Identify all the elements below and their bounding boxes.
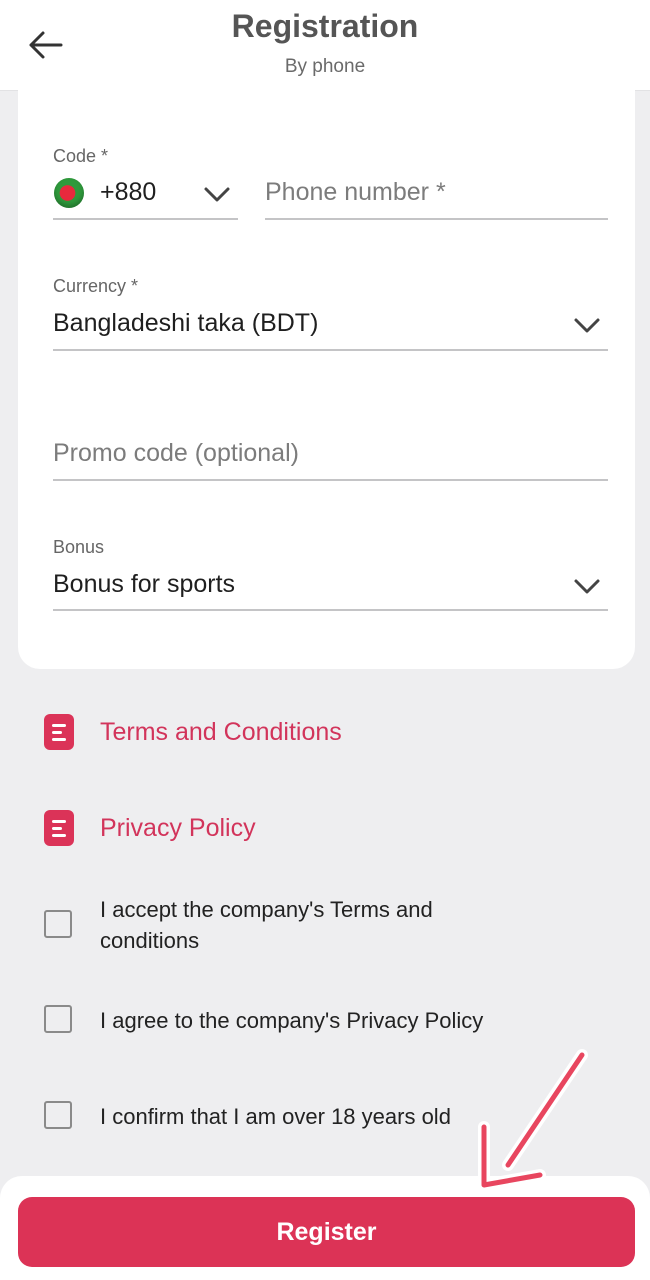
page-title: Registration xyxy=(231,8,419,44)
accept-terms-checkbox[interactable] xyxy=(44,910,72,938)
country-code-value[interactable]: +880 xyxy=(100,178,156,207)
currency-label: Currency * xyxy=(53,276,139,296)
app-header: Registration By phone xyxy=(0,0,650,91)
code-field-underline xyxy=(53,218,238,220)
currency-field-underline xyxy=(53,349,608,351)
chevron-down-icon[interactable] xyxy=(573,578,601,596)
promo-field-underline xyxy=(53,479,608,481)
accept-terms-label: I accept the company's Terms and conditi… xyxy=(100,897,433,953)
terms-link-label: Terms and Conditions xyxy=(100,717,342,746)
document-icon xyxy=(44,810,74,846)
agree-privacy-checkbox[interactable] xyxy=(44,1005,72,1033)
age-confirm-checkbox[interactable] xyxy=(44,1101,72,1129)
phone-number-input[interactable]: Phone number * xyxy=(265,178,446,207)
terms-link[interactable]: Terms and Conditions xyxy=(44,712,342,752)
chevron-down-icon[interactable] xyxy=(203,186,231,204)
promo-code-input[interactable]: Promo code (optional) xyxy=(53,439,299,468)
privacy-link-label: Privacy Policy xyxy=(100,813,256,842)
bonus-select[interactable]: Bonus for sports xyxy=(53,570,235,599)
agree-privacy-row[interactable]: I agree to the company's Privacy Policy xyxy=(44,1005,560,1036)
annotation-arrow-icon xyxy=(478,1049,588,1191)
currency-select[interactable]: Bangladeshi taka (BDT) xyxy=(53,309,318,338)
phone-field-underline xyxy=(265,218,608,220)
accept-terms-row[interactable]: I accept the company's Terms and conditi… xyxy=(44,894,520,956)
bangladesh-flag-icon xyxy=(54,178,84,208)
agree-privacy-label: I agree to the company's Privacy Policy xyxy=(100,1008,484,1033)
register-button[interactable]: Register xyxy=(18,1197,635,1267)
chevron-down-icon[interactable] xyxy=(573,317,601,335)
page-subtitle: By phone xyxy=(284,56,366,77)
registration-form-card: Code * +880 Phone number * Currency * Ba… xyxy=(18,84,635,669)
privacy-policy-link[interactable]: Privacy Policy xyxy=(44,808,256,848)
document-icon xyxy=(44,714,74,750)
bonus-field-underline xyxy=(53,609,608,611)
bonus-label: Bonus xyxy=(53,537,105,557)
code-label: Code * xyxy=(53,146,109,166)
